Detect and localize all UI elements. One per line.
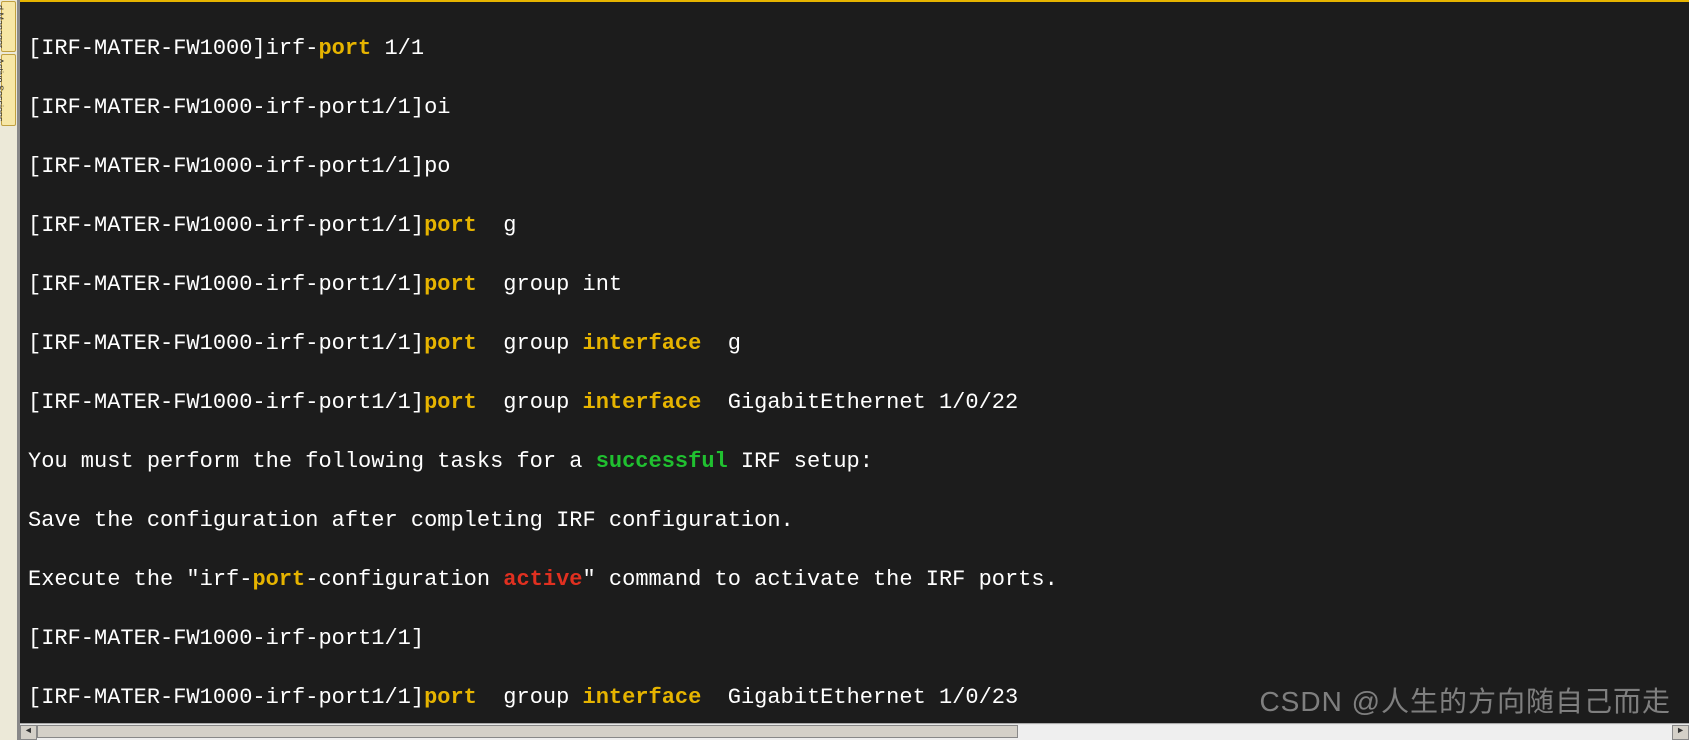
scroll-right-arrow-icon[interactable]: ►: [1672, 725, 1689, 740]
term-line: [IRF-MATER-FW1000-irf-port1/1]port group…: [28, 270, 1681, 300]
sidebar: d Manager Active Sessions: [0, 0, 18, 740]
scroll-thumb[interactable]: [37, 725, 1018, 738]
terminal-wrap: [IRF-MATER-FW1000]irf-port 1/1 [IRF-MATE…: [18, 0, 1689, 740]
term-line: [IRF-MATER-FW1000-irf-port1/1]port g: [28, 211, 1681, 241]
term-line: [IRF-MATER-FW1000-irf-port1/1]port group…: [28, 683, 1681, 713]
scroll-left-arrow-icon[interactable]: ◄: [20, 725, 37, 740]
term-line: [IRF-MATER-FW1000]irf-port 1/1: [28, 34, 1681, 64]
side-tab-active-sessions[interactable]: Active Sessions: [1, 54, 16, 126]
horizontal-scrollbar[interactable]: ◄ ►: [20, 723, 1689, 740]
term-line: Save the configuration after completing …: [28, 506, 1681, 536]
term-line: You must perform the following tasks for…: [28, 447, 1681, 477]
term-line: [IRF-MATER-FW1000-irf-port1/1]po: [28, 152, 1681, 182]
term-line: [IRF-MATER-FW1000-irf-port1/1]port group…: [28, 388, 1681, 418]
term-line: Execute the "irf-port-configuration acti…: [28, 565, 1681, 595]
term-line: [IRF-MATER-FW1000-irf-port1/1]: [28, 624, 1681, 654]
term-line: [IRF-MATER-FW1000-irf-port1/1]oi: [28, 93, 1681, 123]
scroll-track[interactable]: [37, 725, 1672, 740]
terminal-output[interactable]: [IRF-MATER-FW1000]irf-port 1/1 [IRF-MATE…: [20, 2, 1689, 723]
side-tab-manager[interactable]: d Manager: [1, 1, 16, 52]
term-line: [IRF-MATER-FW1000-irf-port1/1]port group…: [28, 329, 1681, 359]
